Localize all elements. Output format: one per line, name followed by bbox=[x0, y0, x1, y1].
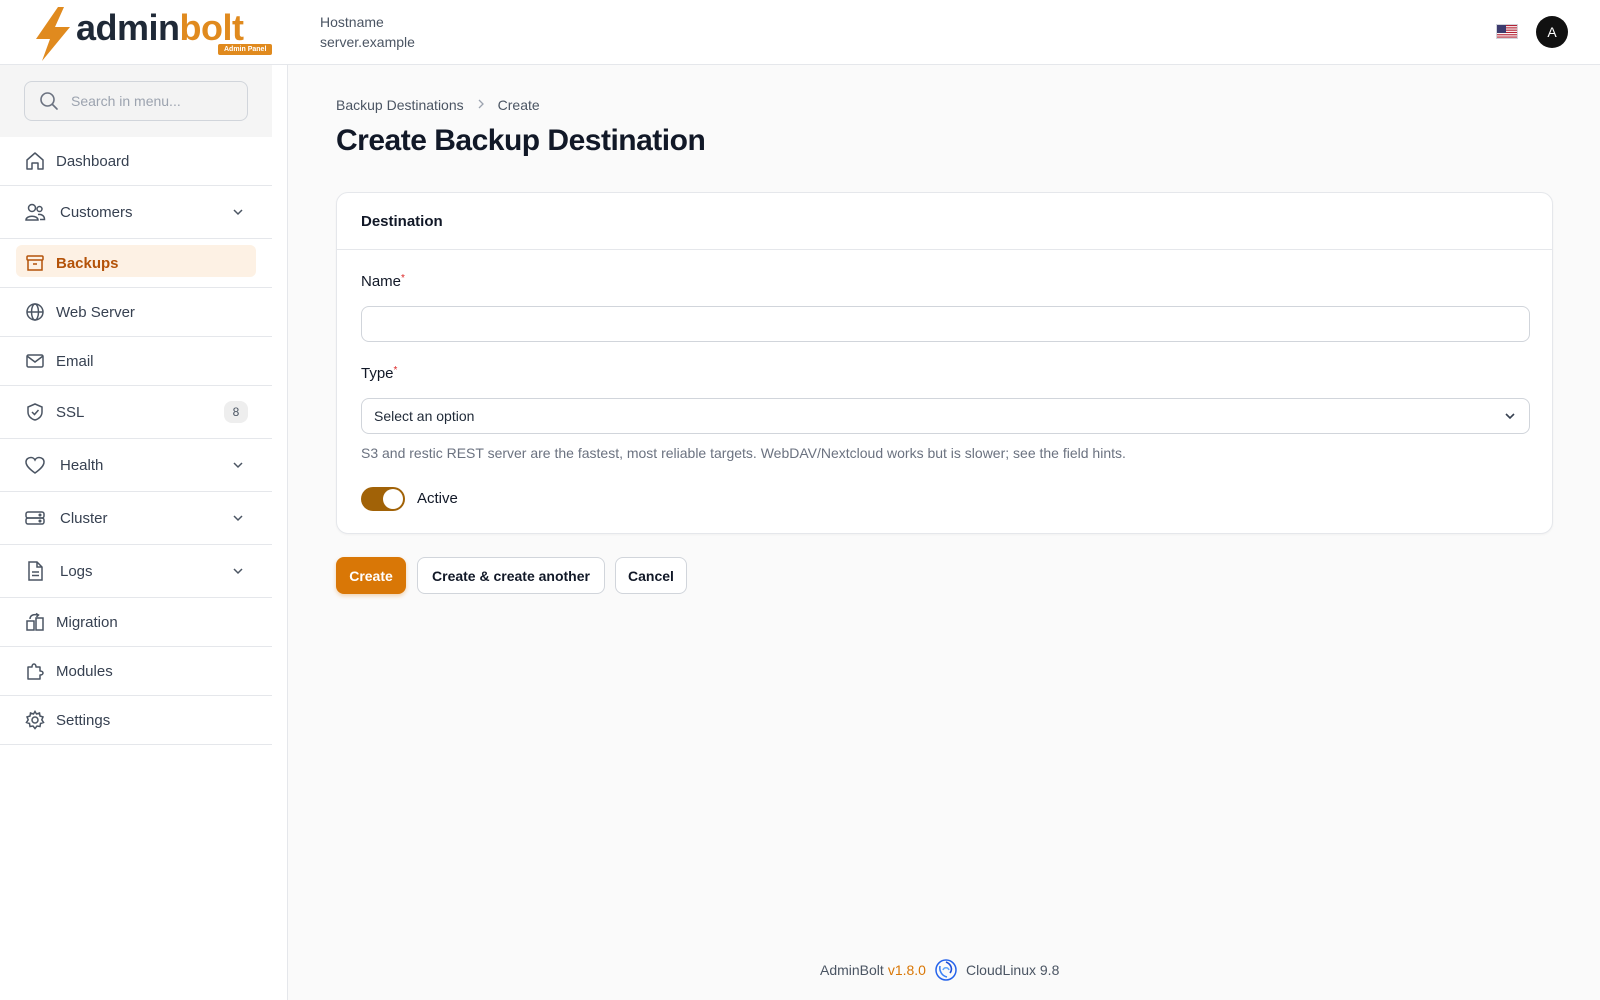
cloudlinux-logo-icon bbox=[935, 959, 957, 981]
chevron-right-icon bbox=[476, 98, 486, 112]
section-title: Destination bbox=[337, 193, 1552, 250]
us-flag-icon[interactable] bbox=[1496, 24, 1518, 39]
active-toggle[interactable] bbox=[361, 487, 405, 511]
sidebar-item-label: Web Server bbox=[56, 303, 135, 321]
active-highlight bbox=[16, 245, 256, 277]
user-avatar[interactable]: A bbox=[1536, 16, 1568, 48]
footer-app-name: AdminBolt bbox=[820, 962, 884, 978]
sidebar-item-label: Settings bbox=[56, 711, 111, 729]
hostname-value: server.example bbox=[320, 34, 415, 50]
footer: AdminBolt v1.8.0 CloudLinux 9.8 bbox=[820, 958, 1059, 982]
sidebar-item-label: Email bbox=[56, 352, 94, 370]
chevron-down-icon bbox=[1505, 413, 1515, 420]
sidebar-item-label: SSL bbox=[56, 403, 85, 421]
type-select[interactable]: Select an option bbox=[361, 398, 1530, 434]
search-input[interactable] bbox=[71, 93, 231, 109]
migration-icon bbox=[24, 611, 46, 633]
home-icon bbox=[24, 150, 46, 172]
bolt-icon bbox=[36, 7, 70, 61]
breadcrumb: Backup Destinations Create bbox=[336, 97, 540, 113]
sidebar-item-label: Backups bbox=[56, 254, 119, 272]
chevron-down-icon bbox=[233, 515, 243, 522]
chevron-down-icon bbox=[233, 209, 243, 216]
create-another-button[interactable]: Create & create another bbox=[417, 557, 605, 594]
sidebar-item-health[interactable]: Health bbox=[0, 439, 272, 492]
sidebar-item-email[interactable]: Email bbox=[0, 337, 272, 386]
sidebar-item-web-server[interactable]: Web Server bbox=[0, 288, 272, 337]
sidebar-item-modules[interactable]: Modules bbox=[0, 647, 272, 696]
adminbolt-logo[interactable]: adminbolt Admin Panel bbox=[30, 6, 273, 62]
footer-os: CloudLinux 9.8 bbox=[965, 962, 1060, 978]
footer-version: v1.8.0 bbox=[887, 962, 926, 978]
archive-icon bbox=[24, 252, 46, 274]
users-icon bbox=[24, 201, 46, 223]
document-icon bbox=[24, 560, 46, 582]
server-icon bbox=[24, 507, 46, 529]
active-label: Active bbox=[417, 490, 458, 507]
breadcrumb-create: Create bbox=[497, 97, 540, 113]
sidebar-item-dashboard[interactable]: Dashboard bbox=[0, 137, 272, 186]
sidebar-item-label: Migration bbox=[56, 613, 118, 631]
heart-icon bbox=[24, 454, 46, 476]
type-label: Type* bbox=[361, 365, 398, 382]
breadcrumb-backup-destinations[interactable]: Backup Destinations bbox=[336, 97, 464, 113]
sidebar-nav: Dashboard Customers Backups Web Server E… bbox=[0, 137, 272, 745]
menu-search[interactable] bbox=[24, 81, 248, 121]
sidebar-item-logs[interactable]: Logs bbox=[0, 545, 272, 598]
type-hint: S3 and restic REST server are the fastes… bbox=[361, 445, 1126, 461]
sidebar-item-label: Cluster bbox=[60, 509, 108, 527]
logo-badge: Admin Panel bbox=[218, 44, 273, 55]
hostname-info: Hostname server.example bbox=[320, 12, 415, 52]
puzzle-icon bbox=[24, 660, 46, 682]
top-header: adminbolt Admin Panel Hostname server.ex… bbox=[0, 0, 1600, 65]
chevron-down-icon bbox=[233, 462, 243, 469]
name-input[interactable] bbox=[361, 306, 1530, 342]
sidebar-item-label: Dashboard bbox=[56, 152, 130, 170]
hostname-label: Hostname bbox=[320, 14, 384, 30]
mail-icon bbox=[24, 350, 46, 372]
sidebar-item-label: Customers bbox=[60, 203, 133, 221]
chevron-down-icon bbox=[233, 568, 243, 575]
ssl-count-badge: 8 bbox=[224, 401, 248, 423]
sidebar-item-backups[interactable]: Backups bbox=[0, 239, 272, 288]
cancel-button[interactable]: Cancel bbox=[615, 557, 687, 594]
shield-icon bbox=[24, 401, 46, 423]
logo-text-admin: admin bbox=[76, 7, 180, 48]
create-button[interactable]: Create bbox=[336, 557, 406, 594]
sidebar-item-label: Modules bbox=[56, 662, 113, 680]
logo-text-bolt: bolt bbox=[179, 7, 244, 48]
search-icon bbox=[40, 92, 58, 110]
sidebar: Dashboard Customers Backups Web Server bbox=[0, 65, 288, 1000]
globe-icon bbox=[24, 301, 46, 323]
page-title: Create Backup Destination bbox=[336, 124, 706, 157]
sidebar-item-label: Health bbox=[60, 456, 104, 474]
sidebar-item-customers[interactable]: Customers bbox=[0, 186, 272, 239]
name-label: Name* bbox=[361, 273, 405, 290]
gear-icon bbox=[24, 709, 46, 731]
type-selected-value: Select an option bbox=[374, 408, 475, 424]
destination-section: Destination Name* Type* Select an option… bbox=[336, 192, 1553, 534]
sidebar-item-cluster[interactable]: Cluster bbox=[0, 492, 272, 545]
sidebar-item-settings[interactable]: Settings bbox=[0, 696, 272, 745]
sidebar-item-ssl[interactable]: SSL 8 bbox=[0, 386, 272, 439]
sidebar-item-migration[interactable]: Migration bbox=[0, 598, 272, 647]
required-mark: * bbox=[393, 365, 398, 376]
sidebar-item-label: Logs bbox=[60, 562, 93, 580]
toggle-knob bbox=[383, 489, 403, 509]
required-mark: * bbox=[401, 273, 405, 284]
